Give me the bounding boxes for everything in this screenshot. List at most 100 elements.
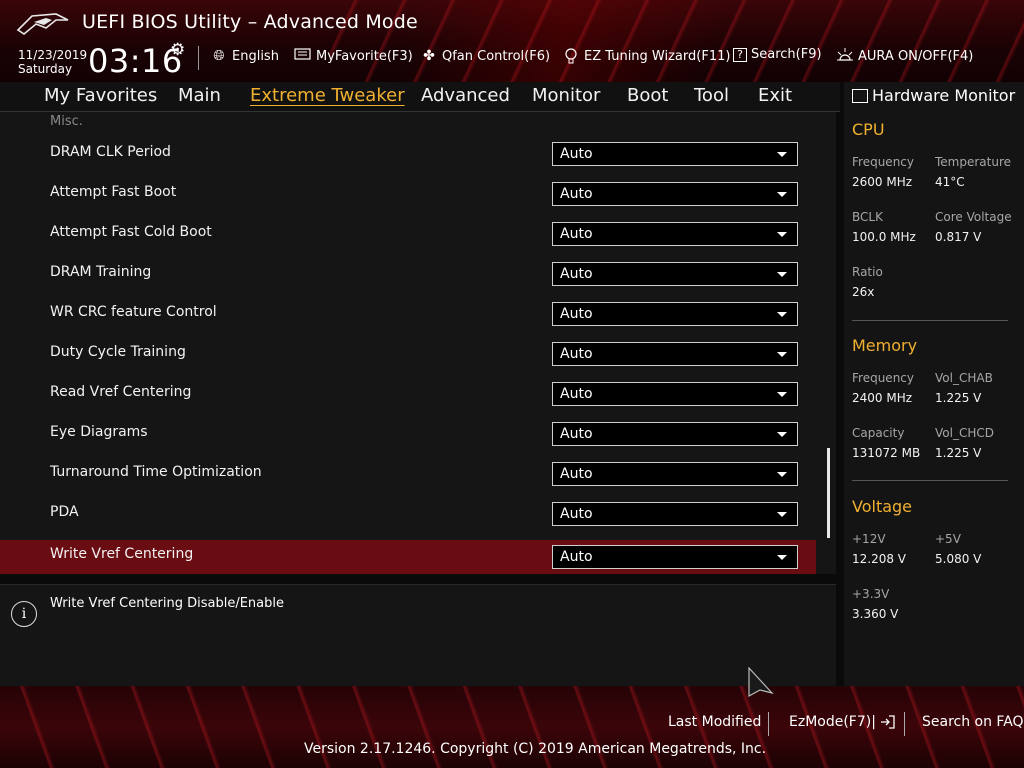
ez-tuning-wizard-button[interactable]: EZ Tuning Wizard(F11) (562, 47, 730, 65)
setting-row[interactable]: DRAM CLK Period Auto (0, 137, 816, 171)
setting-row[interactable]: Attempt Fast Boot Auto (0, 177, 816, 211)
cpu-temperature-label: Temperature (935, 155, 1012, 169)
fan-icon: ✤ (423, 48, 435, 64)
rog-logo-icon (16, 13, 69, 35)
setting-dropdown[interactable]: Auto (552, 302, 798, 326)
dropdown-arrow-icon (777, 352, 787, 357)
date-text: 11/23/2019 (18, 48, 88, 62)
v5-value: 5.080 V (935, 552, 982, 566)
vol-chcd-value: 1.225 V (935, 446, 982, 460)
ezmode-label: EzMode(F7)| (789, 714, 876, 730)
aura-label: AURA ON/OFF(F4) (858, 48, 974, 64)
hardware-monitor-title: Hardware Monitor (852, 86, 1015, 105)
setting-dropdown[interactable]: Auto (552, 545, 798, 569)
myfavorite-button[interactable]: MyFavorite(F3) (294, 47, 413, 65)
mem-frequency-value: 2400 MHz (852, 391, 913, 405)
setting-row[interactable]: Read Vref Centering Auto (0, 377, 816, 411)
tab-boot[interactable]: Boot (627, 85, 668, 106)
setting-dropdown[interactable]: Auto (552, 182, 798, 206)
copyright-text: Version 2.17.1246. Copyright (C) 2019 Am… (304, 741, 767, 757)
dropdown-arrow-icon (777, 312, 787, 317)
language-label: English (232, 48, 279, 64)
favorite-list-icon (294, 47, 312, 65)
help-text: Write Vref Centering Disable/Enable (50, 596, 284, 611)
dropdown-arrow-icon (777, 555, 787, 560)
setting-label: Attempt Fast Cold Boot (50, 224, 212, 240)
setting-row[interactable]: PDA Auto (0, 497, 816, 531)
language-button[interactable]: 🌐︎ English (210, 47, 279, 65)
setting-label: WR CRC feature Control (50, 304, 217, 320)
setting-row[interactable]: Attempt Fast Cold Boot Auto (0, 217, 816, 251)
last-modified-button[interactable]: Last Modified (668, 714, 761, 730)
setting-dropdown[interactable]: Auto (552, 382, 798, 406)
tab-extreme-tweaker[interactable]: Extreme Tweaker (250, 85, 405, 106)
v5-label: +5V (935, 532, 961, 546)
dropdown-value: Auto (560, 466, 593, 482)
v12-label: +12V (852, 532, 886, 546)
scrollbar-thumb[interactable] (827, 448, 830, 538)
globe-icon: 🌐︎ (213, 48, 225, 64)
setting-row[interactable]: Turnaround Time Optimization Auto (0, 457, 816, 491)
capacity-value: 131072 MB (852, 446, 921, 460)
tab-tool[interactable]: Tool (694, 85, 729, 106)
dropdown-arrow-icon (777, 192, 787, 197)
setting-label: Eye Diagrams (50, 424, 148, 440)
mouse-cursor-icon (748, 667, 774, 697)
monitor-icon (852, 88, 868, 103)
tab-exit[interactable]: Exit (758, 85, 792, 106)
tab-monitor[interactable]: Monitor (532, 85, 600, 106)
dropdown-value: Auto (560, 186, 593, 202)
setting-row[interactable]: WR CRC feature Control Auto (0, 297, 816, 331)
help-search-icon: ? (733, 47, 747, 62)
capacity-label: Capacity (852, 426, 905, 440)
dropdown-value: Auto (560, 266, 593, 282)
hw-divider (852, 480, 1008, 481)
clock-settings-gear-icon[interactable]: ⚙ (170, 40, 185, 60)
tab-my-favorites[interactable]: My Favorites (44, 85, 157, 106)
setting-dropdown[interactable]: Auto (552, 142, 798, 166)
search-button[interactable]: ? Search(F9) (733, 47, 822, 62)
setting-label: Duty Cycle Training (50, 344, 186, 360)
info-icon: i (11, 601, 37, 627)
qfan-control-button[interactable]: ✤ Qfan Control(F6) (420, 47, 550, 65)
myfavorite-label: MyFavorite(F3) (316, 48, 413, 64)
hw-title-text: Hardware Monitor (872, 86, 1016, 105)
setting-row[interactable]: Eye Diagrams Auto (0, 417, 816, 451)
search-label: Search(F9) (751, 47, 822, 62)
footer-divider (768, 712, 769, 736)
clock-display: 03:16 (88, 42, 183, 80)
dropdown-value: Auto (560, 146, 593, 162)
footer-bar: Last Modified EzMode(F7)| Search on FAQ … (0, 686, 1024, 768)
setting-dropdown[interactable]: Auto (552, 422, 798, 446)
setting-dropdown[interactable]: Auto (552, 262, 798, 286)
bclk-value: 100.0 MHz (852, 230, 916, 244)
v33-label: +3.3V (852, 587, 890, 601)
setting-dropdown[interactable]: Auto (552, 342, 798, 366)
setting-row[interactable]: DRAM Training Auto (0, 257, 816, 291)
tab-advanced[interactable]: Advanced (421, 85, 510, 106)
aura-toggle-button[interactable]: AURA ON/OFF(F4) (836, 47, 973, 65)
setting-dropdown[interactable]: Auto (552, 462, 798, 486)
setting-row-selected[interactable]: Write Vref Centering Auto (0, 540, 816, 574)
setting-dropdown[interactable]: Auto (552, 502, 798, 526)
tab-main[interactable]: Main (178, 85, 221, 106)
search-faq-button[interactable]: Search on FAQ (922, 714, 1024, 730)
dropdown-arrow-icon (777, 152, 787, 157)
dropdown-arrow-icon (777, 432, 787, 437)
footer-divider (904, 712, 905, 736)
date-display: 11/23/2019 Saturday (18, 48, 87, 76)
aura-light-icon (836, 47, 854, 65)
weekday-text: Saturday (18, 62, 73, 76)
dropdown-arrow-icon (777, 232, 787, 237)
setting-label: Read Vref Centering (50, 384, 192, 400)
ezmode-button[interactable]: EzMode(F7)| (789, 714, 895, 730)
cpu-heading: CPU (852, 120, 885, 139)
dropdown-arrow-icon (777, 272, 787, 277)
setting-row[interactable]: Duty Cycle Training Auto (0, 337, 816, 371)
setting-dropdown[interactable]: Auto (552, 222, 798, 246)
mem-frequency-label: Frequency (852, 371, 914, 385)
setting-label: Attempt Fast Boot (50, 184, 177, 200)
dropdown-arrow-icon (777, 392, 787, 397)
lightbulb-icon (562, 47, 580, 65)
v12-value: 12.208 V (852, 552, 907, 566)
